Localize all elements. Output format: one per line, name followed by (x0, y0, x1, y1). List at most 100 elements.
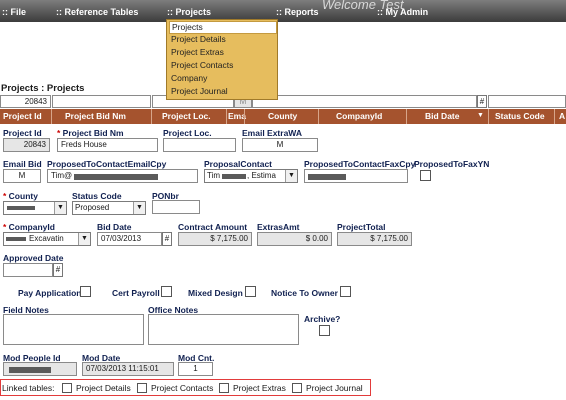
label-proposed-to-contact-fax-cpy: ProposedToContactFaxCpy (304, 159, 416, 169)
mod-people-id-field[interactable] (3, 362, 77, 376)
redacted-text (74, 174, 158, 180)
filter-project-bid-nm[interactable] (52, 95, 151, 108)
column-separator (318, 109, 319, 124)
project-details-link[interactable]: Project Details (76, 383, 131, 393)
bid-date-picker[interactable]: # (162, 232, 172, 246)
filter-county[interactable] (252, 95, 477, 108)
approved-date-picker[interactable]: # (53, 263, 63, 277)
label-email-bid: Email Bid (3, 159, 42, 169)
col-county[interactable]: County (268, 111, 297, 121)
company-id-value: Excavatin (29, 234, 64, 243)
approved-date-field[interactable] (3, 263, 53, 277)
email-extra-wa-field[interactable]: M (242, 138, 318, 152)
column-separator (226, 109, 227, 124)
grid-header: Project Id Project Bid Nm Project Loc. E… (0, 109, 566, 124)
project-extras-checkbox[interactable] (219, 383, 229, 393)
email-bid-field[interactable]: M (3, 169, 41, 183)
label-pay-application: Pay Application (18, 288, 82, 298)
chevron-down-icon: ▼ (133, 202, 145, 214)
label-approved-date: Approved Date (3, 253, 64, 263)
project-details-checkbox[interactable] (62, 383, 72, 393)
col-company-id[interactable]: CompanyId (336, 111, 382, 121)
col-project-bid-nm[interactable]: Project Bid Nm (65, 111, 126, 121)
menu-reference-tables[interactable]: :: Reference Tables (56, 7, 138, 17)
company-id-select[interactable]: Excavatin ▼ (3, 232, 91, 246)
menu-item-projects[interactable]: Projects (169, 21, 277, 34)
label-proposed-to-fax-yn: ProposedToFaxYN (414, 159, 490, 169)
menu-item-project-extras[interactable]: Project Extras (169, 47, 275, 58)
col-project-loc[interactable]: Project Loc. (162, 111, 211, 121)
menu-bar: :: File :: Reference Tables :: Projects … (0, 0, 566, 22)
col-a[interactable]: A (559, 111, 565, 121)
redacted-text (6, 237, 26, 241)
col-project-id[interactable]: Project Id (3, 111, 42, 121)
redacted-text (7, 206, 35, 210)
filter-status-code[interactable] (488, 95, 566, 108)
status-code-value: Proposed (75, 203, 110, 212)
contract-amount-field[interactable]: $ 7,175.00 (178, 232, 252, 246)
menu-projects[interactable]: :: Projects (167, 7, 211, 17)
proposal-contact-select[interactable]: Tim , Estima ▼ (204, 169, 298, 183)
status-code-select[interactable]: Proposed ▼ (72, 201, 146, 215)
label-status-code: Status Code (72, 191, 122, 201)
filter-date-picker[interactable]: # (477, 95, 487, 108)
col-bid-date[interactable]: Bid Date (425, 111, 459, 121)
label-project-bid-nm: * Project Bid Nm (57, 128, 124, 138)
pay-application-checkbox[interactable] (80, 286, 91, 297)
redacted-text (308, 174, 346, 180)
bid-date-field[interactable]: 07/03/2013 (97, 232, 162, 246)
sort-desc-icon[interactable]: ▼ (477, 112, 484, 119)
menu-file[interactable]: :: File (2, 7, 26, 17)
menu-item-project-details[interactable]: Project Details (169, 34, 275, 45)
menu-reports[interactable]: :: Reports (276, 7, 319, 17)
column-separator (151, 109, 152, 124)
po-nbr-field[interactable] (152, 200, 200, 214)
proposal-contact-value: Tim (207, 171, 221, 180)
label-email-extra-wa: Email ExtraWA (242, 128, 302, 138)
project-extras-link[interactable]: Project Extras (233, 383, 286, 393)
column-separator (244, 109, 245, 124)
project-contacts-checkbox[interactable] (137, 383, 147, 393)
filter-project-id[interactable]: 20843 (0, 95, 51, 108)
field-notes-textarea[interactable] (3, 314, 144, 345)
menu-item-company[interactable]: Company (169, 73, 275, 84)
column-separator (554, 109, 555, 124)
menu-my-admin[interactable]: :: My Admin (377, 7, 428, 17)
redacted-text (222, 174, 246, 179)
label-project-loc: Project Loc. (163, 128, 212, 138)
proposed-to-contact-email-cpy-field[interactable]: Tim@ (47, 169, 198, 183)
project-total-field[interactable]: $ 7,175.00 (337, 232, 412, 246)
notice-to-owner-checkbox[interactable] (340, 286, 351, 297)
project-bid-nm-field[interactable]: Freds House (57, 138, 158, 152)
linked-tables-bar: Linked tables: Project Details Project C… (0, 379, 371, 396)
mixed-design-checkbox[interactable] (245, 286, 256, 297)
mod-cnt-field[interactable]: 1 (178, 362, 213, 376)
project-contacts-link[interactable]: Project Contacts (151, 383, 213, 393)
label-cert-payroll: Cert Payroll (112, 288, 160, 298)
menu-item-project-journal[interactable]: Project Journal (169, 86, 275, 97)
project-loc-field[interactable] (163, 138, 236, 152)
archive-checkbox[interactable] (319, 325, 330, 336)
extras-amt-field[interactable]: $ 0.00 (257, 232, 332, 246)
linked-tables-label: Linked tables: (2, 383, 55, 393)
label-company-id: CompanyId (8, 222, 55, 232)
chevron-down-icon: ▼ (78, 233, 90, 245)
menu-item-project-contacts[interactable]: Project Contacts (169, 60, 275, 71)
label-contract-amount: Contract Amount (178, 222, 248, 232)
proposal-contact-tail: , Estima (247, 171, 276, 180)
county-select[interactable]: ▼ (3, 201, 67, 215)
proposed-to-fax-yn-checkbox[interactable] (420, 170, 431, 181)
column-separator (51, 109, 52, 124)
mod-date-field[interactable]: 07/03/2013 11:15:01 (82, 362, 174, 376)
col-status-code[interactable]: Status Code (495, 111, 545, 121)
cert-payroll-checkbox[interactable] (161, 286, 172, 297)
office-notes-textarea[interactable] (148, 314, 299, 345)
label-project-total: ProjectTotal (337, 222, 386, 232)
project-id-field[interactable]: 20843 (3, 138, 50, 152)
redacted-text (9, 367, 51, 373)
proposed-to-contact-fax-cpy-field[interactable] (304, 169, 408, 183)
label-county: County (8, 191, 38, 201)
project-journal-checkbox[interactable] (292, 383, 302, 393)
project-journal-link[interactable]: Project Journal (306, 383, 363, 393)
label-extras-amt: ExtrasAmt (257, 222, 300, 232)
